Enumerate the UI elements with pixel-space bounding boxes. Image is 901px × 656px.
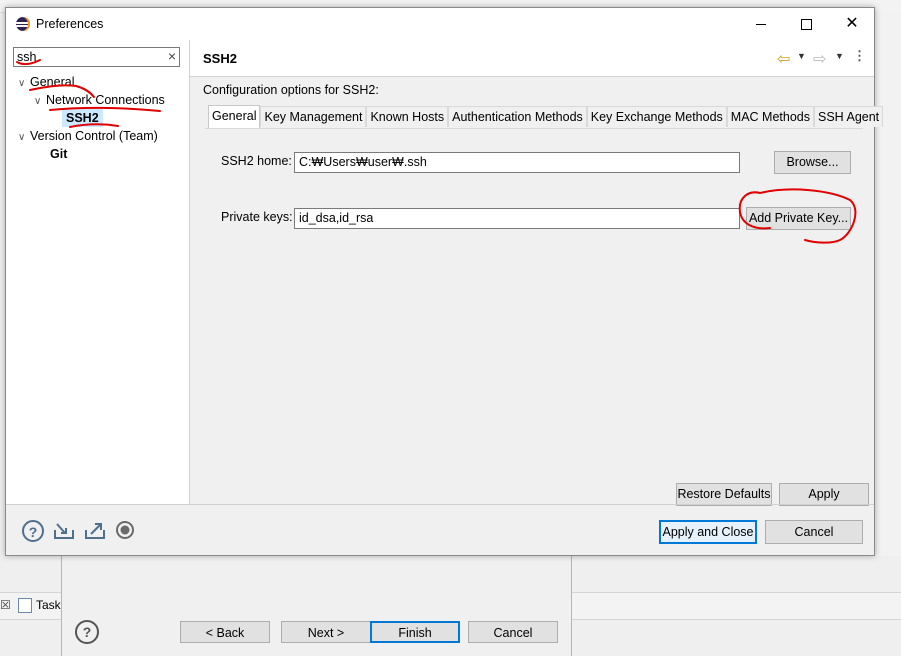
- config-description: Configuration options for SSH2:: [203, 83, 379, 97]
- chevron-down-icon[interactable]: ▼: [797, 51, 806, 61]
- chevron-down-icon[interactable]: ∨: [34, 93, 46, 111]
- tree-item-git[interactable]: Git: [50, 145, 67, 163]
- preferences-dialog: Preferences ✕ ssh × ∨ General ∨ Network Co…: [5, 7, 884, 556]
- wizard-dialog: ? < Back Next > Finish Cancel: [61, 556, 572, 656]
- dialog-title: Preferences: [36, 17, 104, 31]
- close-icon[interactable]: ✕: [839, 12, 865, 36]
- tree-item-label: Network Connections: [46, 93, 165, 107]
- export-icon[interactable]: [84, 520, 105, 540]
- chevron-down-icon[interactable]: ▼: [835, 51, 844, 61]
- filter-input[interactable]: ssh ×: [13, 47, 180, 67]
- tree-item-ssh2[interactable]: SSH2: [62, 109, 103, 127]
- page-header: SSH2 ⇦ ▼ ⇨ ▼ ⋮: [190, 40, 874, 77]
- back-arrow-icon[interactable]: ⇦: [777, 49, 790, 69]
- tab-mac-methods[interactable]: MAC Methods: [726, 106, 814, 127]
- clear-filter-icon[interactable]: ×: [168, 48, 176, 64]
- tab-tasks-label: Task: [36, 598, 61, 612]
- tab-ssh-agent[interactable]: SSH Agent: [814, 106, 884, 127]
- wizard-cancel-button[interactable]: Cancel: [468, 621, 558, 643]
- title-bar[interactable]: Preferences ✕: [6, 8, 874, 40]
- chevron-down-icon[interactable]: ∨: [18, 129, 30, 147]
- restore-defaults-button[interactable]: Restore Defaults: [676, 483, 772, 506]
- tab-known-hosts[interactable]: Known Hosts: [366, 106, 449, 127]
- tab-tasks[interactable]: Task: [14, 594, 64, 616]
- forward-arrow-icon[interactable]: ⇨: [813, 49, 826, 69]
- tree-item-network-connections[interactable]: ∨ Network Connections: [34, 91, 165, 109]
- finish-button[interactable]: Finish: [370, 621, 460, 643]
- minimize-icon[interactable]: [748, 12, 774, 36]
- tree-item-version-control[interactable]: ∨ Version Control (Team): [18, 127, 158, 145]
- task-list-icon: [18, 598, 32, 613]
- browse-button[interactable]: Browse...: [774, 151, 851, 174]
- back-button[interactable]: < Back: [180, 621, 270, 643]
- import-icon[interactable]: [53, 520, 74, 540]
- help-icon[interactable]: ?: [75, 620, 99, 644]
- preference-tree-pane: ssh × ∨ General ∨ Network Connections SSH2…: [6, 40, 190, 504]
- tab-authentication-methods[interactable]: Authentication Methods: [448, 106, 587, 127]
- tab-key-management[interactable]: Key Management: [260, 106, 367, 127]
- help-icon[interactable]: ?: [22, 520, 44, 542]
- tree-item-general[interactable]: ∨ General: [18, 73, 74, 91]
- tab-strip: General Key Management Known Hosts Authe…: [208, 105, 884, 128]
- eclipse-logo-icon: [16, 17, 30, 31]
- tab-general[interactable]: General: [208, 105, 261, 128]
- apply-button[interactable]: Apply: [779, 483, 869, 506]
- preference-page: SSH2 ⇦ ▼ ⇨ ▼ ⋮ Configuration options for…: [190, 40, 884, 506]
- tree-item-label: General: [30, 75, 75, 89]
- record-icon[interactable]: [115, 520, 135, 540]
- tab-divider: [205, 128, 863, 129]
- divider: [6, 504, 874, 505]
- chevron-down-icon[interactable]: ∨: [18, 75, 30, 93]
- add-private-key-button[interactable]: Add Private Key...: [746, 207, 851, 230]
- page-title: SSH2: [203, 51, 237, 66]
- private-keys-field[interactable]: id_dsa,id_rsa: [294, 208, 740, 229]
- tree-item-label: Version Control (Team): [30, 129, 158, 143]
- private-keys-label: Private keys:: [221, 210, 293, 224]
- maximize-icon[interactable]: [793, 12, 819, 36]
- close-icon[interactable]: ☒: [0, 598, 11, 612]
- tab-key-exchange-methods[interactable]: Key Exchange Methods: [586, 106, 727, 127]
- apply-and-close-button[interactable]: Apply and Close: [659, 520, 757, 544]
- ssh-home-label: SSH2 home:: [221, 154, 292, 168]
- view-menu-icon[interactable]: ⋮: [853, 48, 866, 64]
- filter-input-value: ssh: [17, 50, 37, 64]
- cancel-button[interactable]: Cancel: [765, 520, 863, 544]
- ssh-home-field[interactable]: C:₩Users₩user₩.ssh: [294, 152, 740, 173]
- next-button[interactable]: Next >: [281, 621, 371, 643]
